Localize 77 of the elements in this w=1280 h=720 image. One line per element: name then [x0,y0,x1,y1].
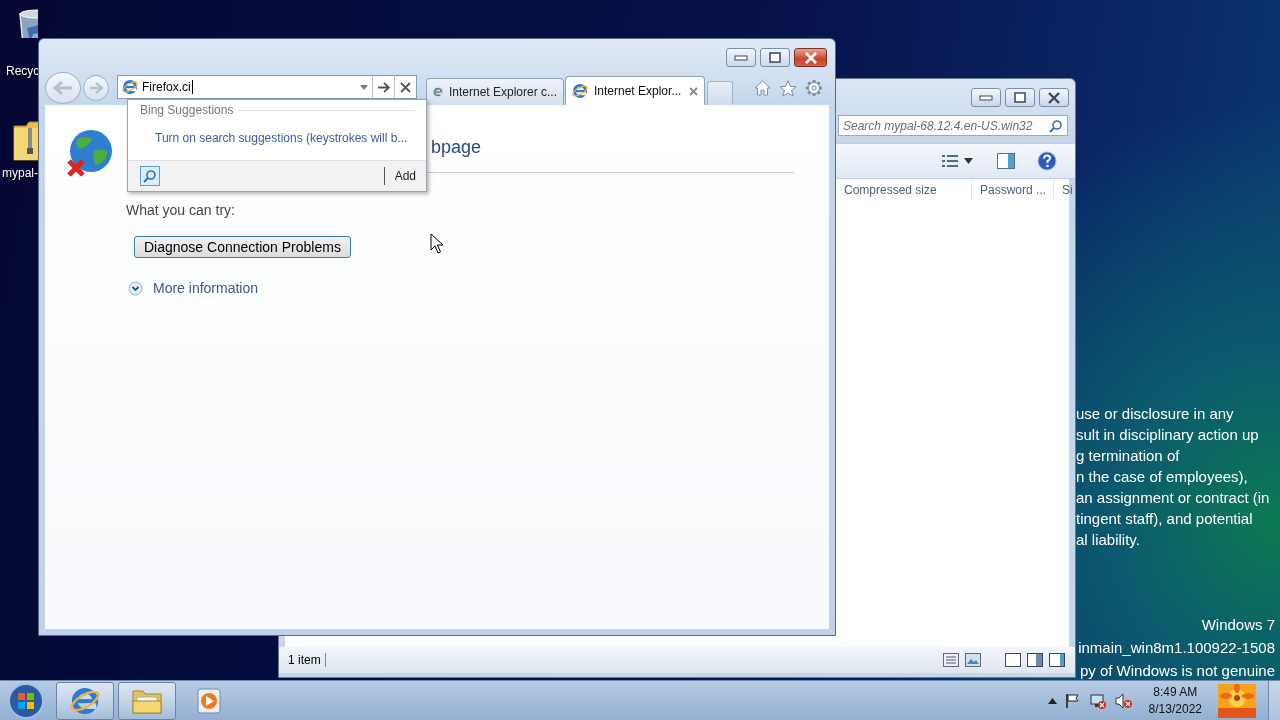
zip-folder-icon[interactable] [12,118,38,162]
start-button[interactable] [6,682,46,719]
close-tab-icon[interactable] [689,86,698,96]
notice-text: g termination of [1076,446,1181,466]
caret-icon[interactable] [964,158,973,164]
right-arrow-icon [89,82,103,94]
globe-error-icon [66,129,114,177]
go-button[interactable] [373,75,395,99]
preview-pane-icon[interactable] [1027,653,1043,667]
address-field[interactable]: Firefox.ci [117,75,373,99]
details-pane-icon[interactable] [1049,653,1065,667]
watermark-text: inmain_win8m1.100922-1508 [1078,638,1275,658]
search-icon [1049,118,1063,133]
thumbnail-view-icon[interactable] [965,653,981,667]
diagnose-button[interactable]: Diagnose Connection Problems [134,236,351,258]
add-button[interactable]: Add [383,167,416,185]
status-text: 1 item [288,653,326,667]
notice-text: sult in disciplinary action up [1076,425,1260,445]
suggestion-link[interactable]: Turn on search suggestions (keystrokes will b... [128,131,426,145]
watermark-text: Windows 7 [1201,615,1275,635]
notice-text: al liability. [1076,530,1141,550]
preview-pane-icon[interactable] [997,153,1015,169]
more-information-link[interactable]: More information [153,280,259,296]
notice-text: an assignment or contract (in [1076,488,1270,508]
notice-text: use or disclosure in any [1076,404,1235,424]
maximize-icon [1014,92,1026,103]
search-icon [143,169,157,183]
speaker-muted-icon[interactable] [1114,692,1133,709]
right-arrow-icon [377,81,390,93]
close-button[interactable] [794,48,827,67]
icon-label: mypal- [1,166,38,180]
maximize-button[interactable] [760,48,790,67]
browser-tab[interactable]: Internet Explorer c... [426,78,564,105]
close-icon [803,51,818,64]
notice-text: n the case of employees), [1076,467,1249,487]
media-player-icon [197,687,221,714]
minimize-icon [979,94,993,101]
browser-logo-icon [572,83,588,99]
instruction-text: What you can try: [126,202,236,218]
browser-taskbar-button[interactable] [56,681,114,720]
folder-taskbar-button[interactable] [118,681,176,720]
show-hidden-icons-icon[interactable] [1047,697,1057,704]
expand-icon[interactable] [128,280,143,296]
close-icon [1047,91,1061,104]
search-button[interactable] [140,166,160,186]
layout-icon[interactable] [1005,653,1021,667]
column-header[interactable]: Password ... [971,179,1053,201]
browser-logo-icon [70,685,100,716]
search-field[interactable]: Search mypal-68.12.4.en-US.win32 [843,118,1045,133]
maximize-icon [769,52,781,63]
watermark-text: py of Windows is not genuine [1079,661,1275,681]
minimize-button[interactable] [726,48,756,67]
browser-tab[interactable]: Internet Explor... [565,76,705,105]
settings-icon[interactable] [805,79,823,97]
favorites-star-icon[interactable] [779,79,797,97]
suggestions-header: Bing Suggestions [140,103,234,117]
network-error-icon[interactable] [1088,692,1107,709]
minimize-button[interactable] [971,88,1001,107]
view-list-icon[interactable] [942,154,958,168]
maximize-button[interactable] [1005,88,1035,107]
left-arrow-icon [53,81,73,95]
home-icon[interactable] [754,80,771,96]
search-box[interactable]: Search mypal-68.12.4.en-US.win32 [838,115,1068,136]
mouse-cursor-icon [430,233,444,254]
show-desktop-button[interactable] [1268,681,1280,720]
clock[interactable]: 8:49 AM 8/13/2022 [1148,683,1202,718]
details-view-icon[interactable] [943,653,959,667]
help-icon[interactable] [1037,151,1057,171]
windows-logo-icon [6,682,46,719]
close-button[interactable] [1039,88,1069,107]
notice-text: tingent staff), and potential [1076,509,1254,529]
flag-icon[interactable] [1064,692,1081,709]
icon-label: Recyc [5,64,40,78]
browser-logo-icon [122,79,138,95]
stop-button[interactable] [395,75,417,99]
close-icon [400,81,411,93]
minimize-icon [734,54,748,61]
